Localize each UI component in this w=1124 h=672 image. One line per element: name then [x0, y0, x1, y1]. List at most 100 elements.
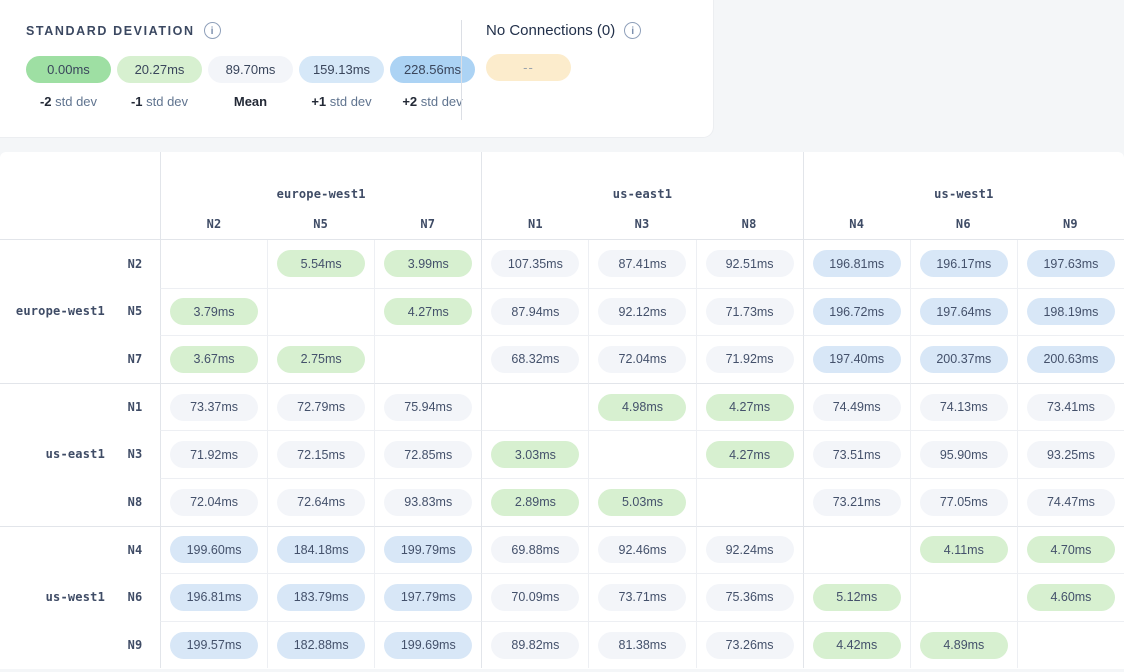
latency-value-pill[interactable]: 93.83ms [384, 489, 472, 516]
latency-value-pill[interactable]: 75.94ms [384, 394, 472, 421]
latency-cell[interactable]: 4.60ms [1017, 573, 1124, 621]
latency-value-pill[interactable]: 92.12ms [598, 298, 686, 325]
latency-value-pill[interactable]: 72.85ms [384, 441, 472, 468]
latency-cell[interactable]: 4.42ms [803, 621, 910, 669]
latency-value-pill[interactable]: 72.04ms [598, 346, 686, 373]
latency-value-pill[interactable]: 72.15ms [277, 441, 365, 468]
latency-value-pill[interactable]: 68.32ms [491, 346, 579, 373]
latency-value-pill[interactable]: 72.04ms [170, 489, 258, 516]
latency-cell[interactable]: 73.41ms [1017, 383, 1124, 431]
column-node-label[interactable]: N9 [1017, 208, 1124, 240]
latency-value-pill[interactable]: 3.99ms [384, 250, 472, 277]
latency-value-pill[interactable]: 73.37ms [170, 394, 258, 421]
latency-value-pill[interactable]: 87.94ms [491, 298, 579, 325]
latency-cell[interactable]: 89.82ms [481, 621, 588, 669]
latency-cell[interactable]: 183.79ms [267, 573, 374, 621]
latency-cell[interactable]: 199.69ms [374, 621, 481, 669]
latency-cell[interactable]: 75.94ms [374, 383, 481, 431]
latency-value-pill[interactable]: 2.75ms [277, 346, 365, 373]
column-node-label[interactable]: N7 [374, 208, 481, 240]
latency-value-pill[interactable]: 69.88ms [491, 536, 579, 563]
latency-value-pill[interactable]: 197.79ms [384, 584, 472, 611]
latency-value-pill[interactable]: 4.27ms [706, 441, 794, 468]
latency-value-pill[interactable]: 197.64ms [920, 298, 1008, 325]
latency-value-pill[interactable]: 77.05ms [920, 489, 1008, 516]
latency-cell[interactable]: 197.64ms [910, 288, 1017, 336]
latency-value-pill[interactable]: 196.17ms [920, 250, 1008, 277]
latency-cell[interactable]: 5.03ms [588, 478, 695, 526]
latency-value-pill[interactable]: 5.54ms [277, 250, 365, 277]
latency-cell[interactable]: 92.51ms [696, 240, 803, 288]
latency-value-pill[interactable]: 73.71ms [598, 584, 686, 611]
latency-value-pill[interactable]: 3.03ms [491, 441, 579, 468]
latency-value-pill[interactable]: 93.25ms [1027, 441, 1115, 468]
column-node-label[interactable]: N6 [910, 208, 1017, 240]
latency-value-pill[interactable]: 3.67ms [170, 346, 258, 373]
info-icon[interactable]: i [204, 22, 221, 39]
latency-value-pill[interactable]: 199.60ms [170, 536, 258, 563]
latency-cell[interactable] [160, 240, 267, 288]
latency-value-pill[interactable]: 3.79ms [170, 298, 258, 325]
latency-cell[interactable]: 72.15ms [267, 430, 374, 478]
latency-cell[interactable]: 4.89ms [910, 621, 1017, 669]
latency-cell[interactable]: 87.94ms [481, 288, 588, 336]
latency-cell[interactable]: 92.12ms [588, 288, 695, 336]
latency-value-pill[interactable]: 4.60ms [1027, 584, 1115, 611]
latency-value-pill[interactable]: 198.19ms [1027, 298, 1115, 325]
latency-cell[interactable]: 72.04ms [588, 335, 695, 383]
latency-cell[interactable]: 68.32ms [481, 335, 588, 383]
latency-value-pill[interactable]: 92.24ms [706, 536, 794, 563]
latency-value-pill[interactable]: 74.47ms [1027, 489, 1115, 516]
latency-cell[interactable]: 72.85ms [374, 430, 481, 478]
latency-cell[interactable]: 71.92ms [160, 430, 267, 478]
latency-value-pill[interactable]: 73.26ms [706, 632, 794, 659]
latency-cell[interactable]: 197.40ms [803, 335, 910, 383]
latency-value-pill[interactable]: 4.11ms [920, 536, 1008, 563]
latency-value-pill[interactable]: 200.37ms [920, 346, 1008, 373]
latency-value-pill[interactable]: 5.12ms [813, 584, 901, 611]
latency-cell[interactable]: 87.41ms [588, 240, 695, 288]
latency-value-pill[interactable]: 89.82ms [491, 632, 579, 659]
latency-value-pill[interactable]: 196.72ms [813, 298, 901, 325]
latency-cell[interactable]: 196.17ms [910, 240, 1017, 288]
latency-value-pill[interactable]: 2.89ms [491, 489, 579, 516]
latency-value-pill[interactable]: 5.03ms [598, 489, 686, 516]
latency-cell[interactable]: 70.09ms [481, 573, 588, 621]
latency-cell[interactable] [374, 335, 481, 383]
latency-cell[interactable]: 72.79ms [267, 383, 374, 431]
latency-cell[interactable]: 196.81ms [160, 573, 267, 621]
latency-cell[interactable]: 71.73ms [696, 288, 803, 336]
latency-cell[interactable]: 182.88ms [267, 621, 374, 669]
latency-cell[interactable]: 72.04ms [160, 478, 267, 526]
latency-value-pill[interactable]: 4.70ms [1027, 536, 1115, 563]
latency-cell[interactable]: 200.63ms [1017, 335, 1124, 383]
latency-value-pill[interactable]: 92.51ms [706, 250, 794, 277]
latency-value-pill[interactable]: 72.64ms [277, 489, 365, 516]
latency-value-pill[interactable]: 73.51ms [813, 441, 901, 468]
latency-cell[interactable]: 2.75ms [267, 335, 374, 383]
latency-cell[interactable] [267, 288, 374, 336]
latency-value-pill[interactable]: 71.92ms [170, 441, 258, 468]
latency-value-pill[interactable]: 75.36ms [706, 584, 794, 611]
latency-cell[interactable]: 200.37ms [910, 335, 1017, 383]
column-node-label[interactable]: N8 [696, 208, 803, 240]
latency-cell[interactable]: 4.11ms [910, 526, 1017, 574]
latency-value-pill[interactable]: 197.63ms [1027, 250, 1115, 277]
latency-value-pill[interactable]: 200.63ms [1027, 346, 1115, 373]
latency-cell[interactable]: 73.21ms [803, 478, 910, 526]
latency-value-pill[interactable]: 4.98ms [598, 394, 686, 421]
latency-cell[interactable]: 73.51ms [803, 430, 910, 478]
column-node-label[interactable]: N1 [481, 208, 588, 240]
latency-value-pill[interactable]: 73.21ms [813, 489, 901, 516]
latency-cell[interactable]: 4.27ms [696, 430, 803, 478]
latency-cell[interactable]: 196.81ms [803, 240, 910, 288]
latency-cell[interactable]: 199.57ms [160, 621, 267, 669]
latency-value-pill[interactable]: 73.41ms [1027, 394, 1115, 421]
latency-value-pill[interactable]: 4.42ms [813, 632, 901, 659]
latency-cell[interactable]: 107.35ms [481, 240, 588, 288]
latency-value-pill[interactable]: 197.40ms [813, 346, 901, 373]
latency-cell[interactable]: 77.05ms [910, 478, 1017, 526]
latency-cell[interactable] [1017, 621, 1124, 669]
latency-cell[interactable]: 92.46ms [588, 526, 695, 574]
latency-value-pill[interactable]: 107.35ms [491, 250, 579, 277]
